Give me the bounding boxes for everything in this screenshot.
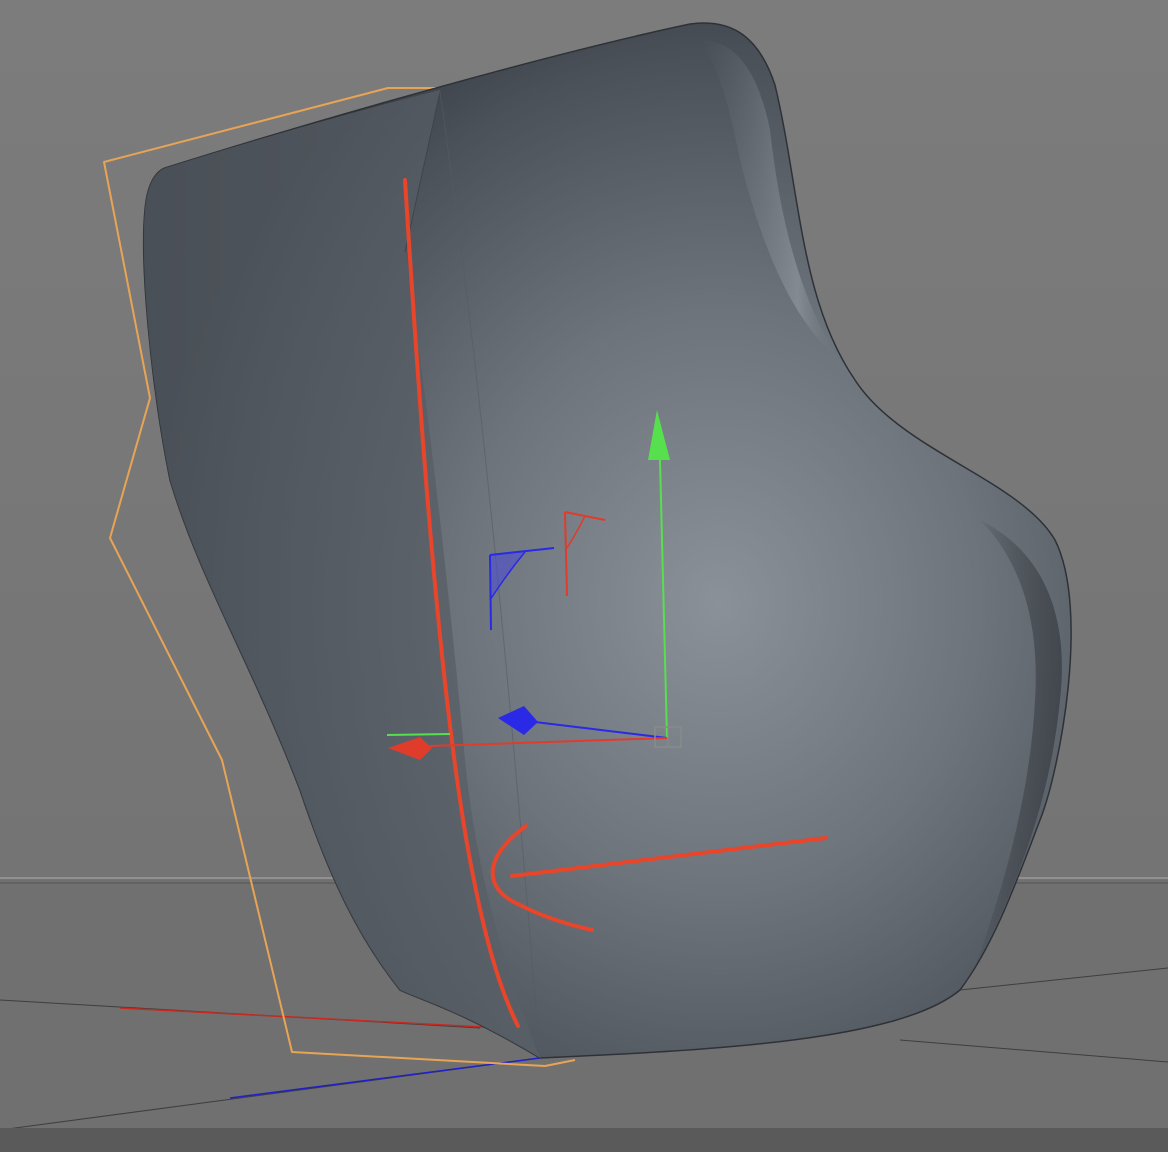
viewport-bottom-bar bbox=[0, 1128, 1168, 1152]
3d-viewport[interactable] bbox=[0, 0, 1168, 1152]
viewport-canvas[interactable] bbox=[0, 0, 1168, 1152]
gizmo-y-tick bbox=[386, 733, 451, 736]
